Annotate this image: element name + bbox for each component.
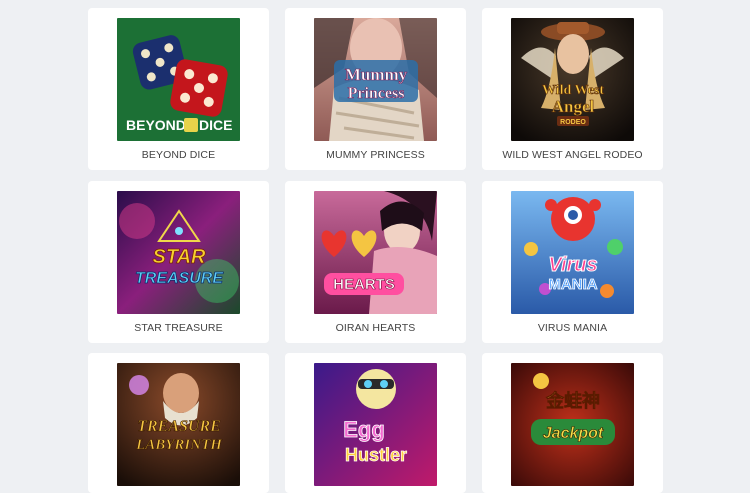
game-grid: BEYOND DICE BEYOND DICE Mummy Princess M…	[0, 0, 750, 493]
game-thumbnail[interactable]: Egg Hustler	[314, 363, 437, 486]
svg-text:Angel: Angel	[552, 97, 595, 116]
game-card-beyond-dice[interactable]: BEYOND DICE BEYOND DICE	[88, 8, 269, 170]
svg-text:TREASURE: TREASURE	[135, 270, 224, 287]
game-card-star-treasure[interactable]: STAR TREASURE STAR TREASURE	[88, 181, 269, 343]
game-card-egg-hustler[interactable]: Egg Hustler	[285, 353, 466, 493]
game-card-wild-west-angel-rodeo[interactable]: Wild West Angel RODEO WILD WEST ANGEL RO…	[482, 8, 663, 170]
game-card-mummy-princess[interactable]: Mummy Princess MUMMY PRINCESS	[285, 8, 466, 170]
svg-text:MANIA: MANIA	[548, 276, 597, 293]
game-title[interactable]: BEYOND DICE	[88, 149, 269, 161]
game-title[interactable]: VIRUS MANIA	[482, 322, 663, 334]
star-treasure-art-icon: STAR TREASURE	[117, 191, 240, 314]
virus-mania-art-icon: Virus MANIA	[511, 191, 634, 314]
svg-text:STAR: STAR	[153, 246, 207, 268]
treasure-labyrinth-art-icon: TREASURE LABYRINTH	[117, 363, 240, 486]
game-title[interactable]: WILD WEST ANGEL RODEO	[482, 149, 663, 161]
svg-text:Wild West: Wild West	[542, 83, 604, 98]
svg-text:Mummy: Mummy	[345, 65, 408, 84]
svg-text:Virus: Virus	[548, 254, 597, 276]
game-title[interactable]: MUMMY PRINCESS	[285, 149, 466, 161]
mummy-princess-art-icon: Mummy Princess	[314, 18, 437, 141]
wild-west-art-icon: Wild West Angel RODEO	[511, 18, 634, 141]
svg-text:Egg: Egg	[343, 417, 385, 442]
egg-hustler-art-icon: Egg Hustler	[314, 363, 437, 486]
svg-text:Jackpot: Jackpot	[543, 425, 604, 442]
svg-text:Hustler: Hustler	[345, 445, 407, 465]
game-title[interactable]: STAR TREASURE	[88, 322, 269, 334]
game-thumbnail[interactable]: HEARTS	[314, 191, 437, 314]
golden-frog-art-icon: 金蛙神 Jackpot	[511, 363, 634, 486]
svg-text:金蛙神: 金蛙神	[545, 390, 600, 412]
game-card-treasure-labyrinth[interactable]: TREASURE LABYRINTH	[88, 353, 269, 493]
game-thumbnail[interactable]: 金蛙神 Jackpot	[511, 363, 634, 486]
svg-text:DICE: DICE	[199, 117, 232, 133]
game-thumbnail[interactable]: BEYOND DICE	[117, 18, 240, 141]
svg-text:LABYRINTH: LABYRINTH	[135, 437, 223, 453]
oiran-hearts-art-icon: HEARTS	[314, 191, 437, 314]
svg-text:TREASURE: TREASURE	[137, 418, 221, 435]
game-thumbnail[interactable]: Mummy Princess	[314, 18, 437, 141]
game-thumbnail[interactable]: TREASURE LABYRINTH	[117, 363, 240, 486]
svg-text:HEARTS: HEARTS	[333, 276, 395, 293]
game-thumbnail[interactable]: STAR TREASURE	[117, 191, 240, 314]
dice-icon: BEYOND DICE	[117, 18, 240, 141]
svg-text:Princess: Princess	[348, 85, 405, 102]
game-thumbnail[interactable]: Wild West Angel RODEO	[511, 18, 634, 141]
game-card-virus-mania[interactable]: Virus MANIA VIRUS MANIA	[482, 181, 663, 343]
svg-text:RODEO: RODEO	[560, 119, 586, 126]
game-card-golden-frog-jackpot[interactable]: 金蛙神 Jackpot	[482, 353, 663, 493]
game-title[interactable]: OIRAN HEARTS	[285, 322, 466, 334]
svg-text:BEYOND: BEYOND	[126, 117, 186, 133]
game-card-oiran-hearts[interactable]: HEARTS OIRAN HEARTS	[285, 181, 466, 343]
game-thumbnail[interactable]: Virus MANIA	[511, 191, 634, 314]
